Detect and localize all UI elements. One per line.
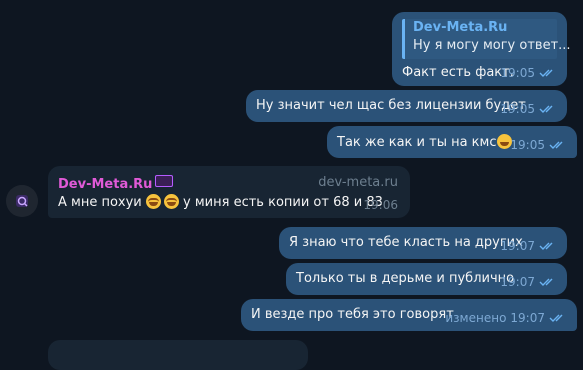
message-time: 19:05 [510,138,545,152]
message-text: Так же как и ты на кмс [337,135,497,150]
grinning-emoji-icon [496,134,512,149]
laughing-emoji-icon [145,194,161,209]
message-meta: 19:06 [363,198,398,212]
message-time: 19:07 [500,275,535,289]
message-meta: 19:07 [500,239,557,253]
message-meta: 19:05 [500,66,557,80]
double-check-icon [539,278,553,286]
message-time: 19:07 [510,311,545,325]
message-text-row: А мне похуи у миня есть копии от 68 и 83 [58,194,383,211]
message-meta: 19:07 [500,275,557,289]
double-check-icon [549,314,563,322]
message-text: у миня есть копии от 68 и 83 [183,195,383,210]
message-bubble-outgoing[interactable]: Ну значит чел щас без лицензии будет 19:… [246,90,567,122]
message-time: 19:05 [500,102,535,116]
sender-name-text: Dev-Meta.Ru [58,177,153,192]
double-check-icon [539,242,553,250]
message-bubble-outgoing[interactable]: Только ты в дерьме и публично 19:07 [286,263,567,295]
double-check-icon [539,69,553,77]
sender-name[interactable]: Dev-Meta.Ru [58,175,174,192]
message-text: А мне похуи [58,195,142,210]
edited-label: изменено [445,311,507,325]
reply-preview[interactable]: Dev-Meta.Ru Ну я могу могу ответ... [402,19,571,59]
message-meta: 19:05 [500,102,557,116]
channel-avatar-icon[interactable] [6,185,38,217]
message-text: Факт есть факт. [402,65,514,80]
message-text-row: Так же как и ты на кмс [337,134,512,151]
double-check-icon [539,105,553,113]
message-text: И везде про тебя это говорят [251,307,454,322]
message-bubble-outgoing[interactable]: И везде про тебя это говорят изменено 19… [241,299,577,331]
message-time: 19:05 [500,66,535,80]
message-time: 19:06 [363,198,398,212]
message-meta: 19:05 [510,138,567,152]
message-bubble-incoming-partial[interactable] [48,340,308,370]
avatar-logo-icon [6,185,38,217]
message-bubble-outgoing[interactable]: Dev-Meta.Ru Ну я могу могу ответ... Факт… [392,12,571,86]
message-text: Я знаю что тебе класть на других [289,235,523,250]
double-check-icon [549,141,563,149]
verified-badge-icon [155,175,174,187]
message-text: Ну значит чел щас без лицензии будет [256,98,526,113]
message-time: 19:07 [500,239,535,253]
message-bubble-outgoing[interactable]: Так же как и ты на кмс 19:05 [327,126,577,158]
chat-history[interactable]: Dev-Meta.Ru Ну я могу могу ответ... Факт… [0,0,583,370]
message-text: Только ты в дерьме и публично [296,271,515,286]
message-meta: изменено 19:07 [445,311,567,325]
message-bubble-incoming[interactable]: Dev-Meta.Ru dev-meta.ru А мне похуи у ми… [48,166,410,218]
laughing-emoji-icon [163,194,179,209]
reply-sender-name: Dev-Meta.Ru [413,20,508,35]
message-bubble-outgoing[interactable]: Я знаю что тебе класть на других 19:07 [279,227,567,259]
sender-channel: dev-meta.ru [318,175,398,190]
reply-text: Ну я могу могу ответ... [413,38,571,53]
